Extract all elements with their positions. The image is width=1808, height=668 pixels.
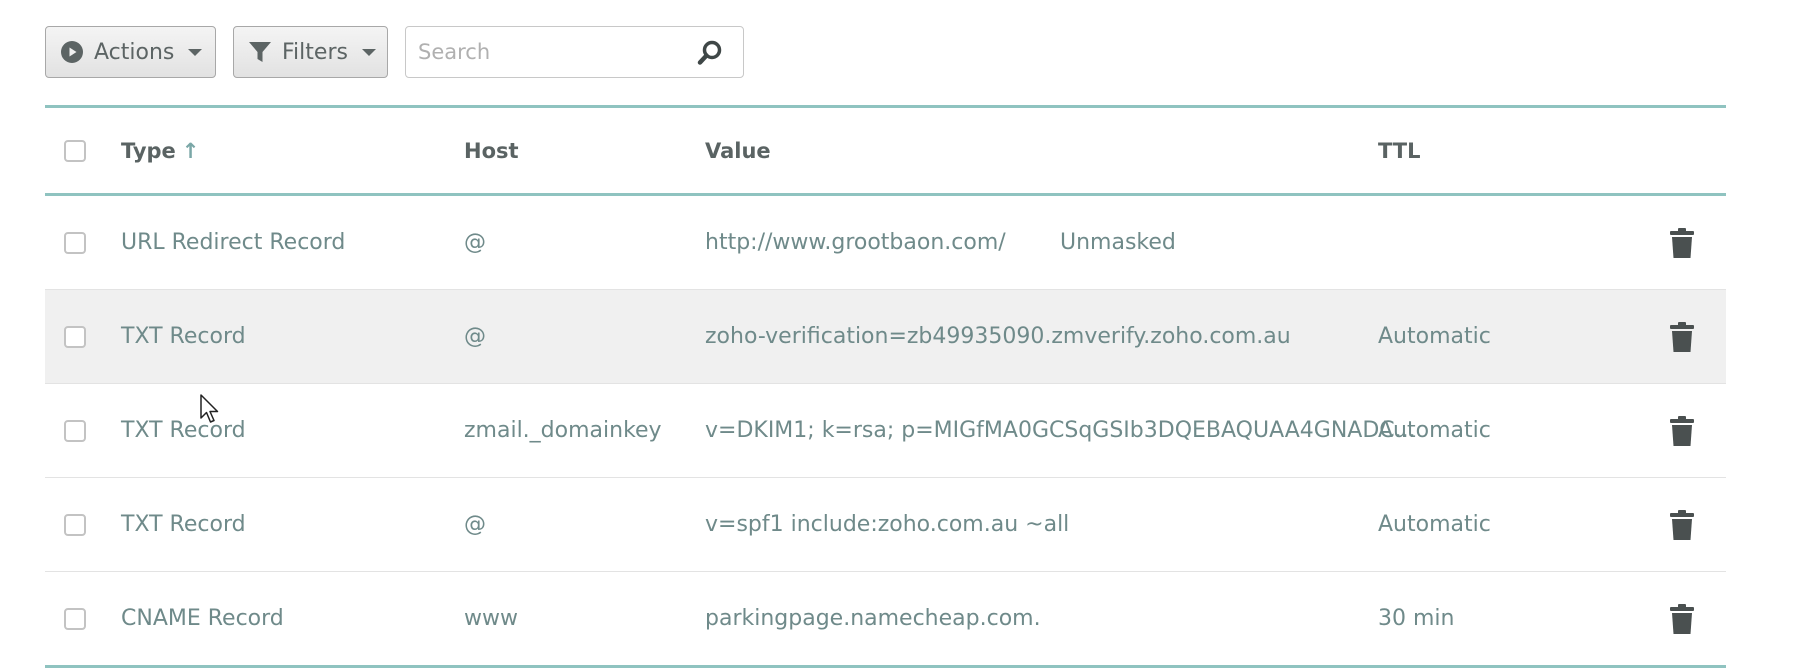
filters-button[interactable]: Filters <box>233 26 388 78</box>
record-ttl: 30 min <box>1378 606 1455 631</box>
table-row[interactable]: TXT Record @ v=spf1 include:zoho.com.au … <box>45 478 1726 572</box>
sort-ascending-icon: ↑ <box>181 138 200 163</box>
dns-records-table: Type ↑ Host Value TTL URL Redirect Recor… <box>45 105 1726 668</box>
row-delete-cell <box>1670 384 1694 477</box>
row-delete-cell <box>1670 478 1694 571</box>
chevron-down-icon <box>188 48 203 56</box>
actions-button-label: Actions <box>94 39 175 65</box>
table-header: Type ↑ Host Value TTL <box>45 105 1726 196</box>
row-check-cell <box>64 384 86 477</box>
record-redirect-mode: Unmasked <box>1060 230 1176 255</box>
record-value: zoho-verification=zb49935090.zmverify.zo… <box>705 324 1291 349</box>
search-icon[interactable] <box>697 40 723 66</box>
select-all-checkbox[interactable] <box>64 139 86 162</box>
record-type: URL Redirect Record <box>121 230 346 255</box>
row-delete-cell <box>1670 196 1694 289</box>
toolbar: Actions Filters <box>45 26 744 78</box>
funnel-icon <box>248 40 272 64</box>
table-row[interactable]: CNAME Record www parkingpage.namecheap.c… <box>45 572 1726 668</box>
record-host: @ <box>464 230 486 255</box>
record-value: parkingpage.namecheap.com. <box>705 606 1041 631</box>
record-type: TXT Record <box>121 512 246 537</box>
row-check-cell <box>64 478 86 571</box>
record-type: TXT Record <box>121 324 246 349</box>
search-box <box>405 26 744 78</box>
trash-icon[interactable] <box>1670 603 1694 635</box>
row-check-cell <box>64 572 86 665</box>
record-value: http://www.grootbaon.com/ <box>705 230 1006 255</box>
column-header-value[interactable]: Value <box>705 108 771 193</box>
column-header-ttl[interactable]: TTL <box>1378 108 1421 193</box>
record-host: www <box>464 606 518 631</box>
record-host: @ <box>464 512 486 537</box>
select-all-cell <box>64 108 86 193</box>
search-input[interactable] <box>406 28 700 76</box>
trash-icon[interactable] <box>1670 227 1694 259</box>
table-row[interactable]: URL Redirect Record @ http://www.grootba… <box>45 196 1726 290</box>
mouse-pointer-icon <box>200 394 220 424</box>
record-value: v=spf1 include:zoho.com.au ~all <box>705 512 1070 537</box>
record-ttl: Automatic <box>1378 418 1491 443</box>
row-checkbox[interactable] <box>64 231 86 254</box>
table-row[interactable]: TXT Record zmail._domainkey v=DKIM1; k=r… <box>45 384 1726 478</box>
record-type: TXT Record <box>121 418 246 443</box>
record-ttl: Automatic <box>1378 324 1491 349</box>
table-row[interactable]: TXT Record @ zoho-verification=zb4993509… <box>45 290 1726 384</box>
trash-icon[interactable] <box>1670 321 1694 353</box>
row-checkbox[interactable] <box>64 325 86 348</box>
row-delete-cell <box>1670 572 1694 665</box>
filters-button-label: Filters <box>282 39 348 65</box>
row-check-cell <box>64 196 86 289</box>
column-header-host[interactable]: Host <box>464 108 519 193</box>
row-checkbox[interactable] <box>64 419 86 442</box>
play-circle-icon <box>60 40 84 64</box>
record-value: v=DKIM1; k=rsa; p=MIGfMA0GCSqGSIb3DQEBAQ… <box>705 418 1416 443</box>
trash-icon[interactable] <box>1670 509 1694 541</box>
row-checkbox[interactable] <box>64 607 86 630</box>
row-delete-cell <box>1670 290 1694 383</box>
row-check-cell <box>64 290 86 383</box>
record-ttl: Automatic <box>1378 512 1491 537</box>
record-host: zmail._domainkey <box>464 418 662 443</box>
actions-button[interactable]: Actions <box>45 26 216 78</box>
trash-icon[interactable] <box>1670 415 1694 447</box>
chevron-down-icon <box>361 48 376 56</box>
row-checkbox[interactable] <box>64 513 86 536</box>
record-host: @ <box>464 324 486 349</box>
record-type: CNAME Record <box>121 606 284 631</box>
column-header-type[interactable]: Type ↑ <box>121 108 199 193</box>
column-header-type-label: Type <box>121 138 176 163</box>
